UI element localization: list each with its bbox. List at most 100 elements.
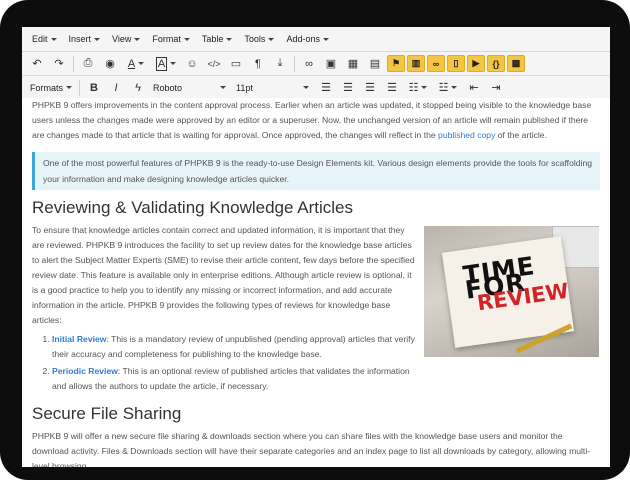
align-center-icon[interactable]: ☰ — [339, 79, 357, 96]
indent-icon[interactable]: ⇥ — [487, 79, 505, 96]
code-icon-label: </> — [207, 58, 221, 69]
redo-icon[interactable]: ↷ — [50, 55, 68, 72]
background-color-button[interactable]: A — [153, 55, 179, 72]
menu-view[interactable]: View — [106, 27, 146, 51]
italic-label: I — [114, 81, 118, 94]
chevron-down-icon — [421, 86, 428, 89]
menu-table-label: Table — [201, 34, 224, 44]
intro-paragraph: PHPKB 9 offers improvements in the conte… — [32, 98, 600, 143]
toolbar-divider — [73, 55, 74, 72]
chevron-down-icon — [138, 62, 145, 65]
font-size-dropdown[interactable]: 11pt — [232, 79, 300, 96]
list-item-title: Initial Review — [52, 334, 107, 344]
toolbar-row-2: Formats B I ϟ Roboto 11pt ☰ ☰ ☰ ☰ ☷ ☳ ⇤ … — [22, 76, 610, 100]
text-color-button[interactable]: A — [123, 55, 149, 72]
font-family-value: Roboto — [153, 82, 183, 93]
chevron-down-icon — [226, 37, 233, 41]
download-icon[interactable]: ⤓ — [271, 55, 289, 72]
list-item: Periodic Review: This is an optional rev… — [52, 364, 415, 394]
chevron-down-icon — [322, 37, 329, 41]
font-family-dropdown[interactable]: Roboto — [149, 79, 217, 96]
list-item: Initial Review: This is a mandatory revi… — [52, 332, 415, 362]
time-for-review-image: TIME FOR REVIEW — [424, 226, 599, 357]
code-icon[interactable]: </> — [205, 55, 223, 72]
toolbar-row-1: ↶ ↷ ⎙ ◉ A A ☺ </> ▭ ¶ ⤓ ∞ ▣ ▦ ▤ ⚑ ▥ ∞ ▯ … — [22, 52, 610, 76]
italic-button[interactable]: I — [107, 79, 125, 96]
chain-icon[interactable]: ∞ — [427, 55, 445, 72]
intro-end-text: of the article. — [495, 130, 547, 140]
review-section: To ensure that knowledge articles contai… — [32, 223, 600, 394]
paragraph-icon-label: ¶ — [255, 57, 261, 70]
section-heading-reviewing: Reviewing & Validating Knowledge Article… — [32, 198, 353, 217]
chevron-down-icon — [66, 86, 73, 89]
menu-insert-label: Insert — [68, 34, 92, 44]
font-size-value: 11pt — [236, 82, 253, 93]
menu-addons[interactable]: Add-ons — [280, 27, 335, 51]
numbered-list-icon[interactable]: ☳ — [435, 79, 461, 96]
align-justify-icon[interactable]: ☰ — [383, 79, 401, 96]
document-body: PHPKB 9 offers improvements in the conte… — [22, 98, 610, 467]
menu-tools[interactable]: Tools — [238, 27, 280, 51]
menu-bar: Edit Insert View Format Table Tools Add-… — [22, 27, 610, 52]
menu-format[interactable]: Format — [146, 27, 196, 51]
info-note-text: One of the most powerful features of PHP… — [43, 158, 593, 184]
columns-icon[interactable]: ▯ — [447, 55, 465, 72]
flag-icon[interactable]: ⚑ — [387, 55, 405, 72]
table-icon[interactable]: ▦ — [344, 55, 362, 72]
formats-dropdown[interactable]: Formats — [26, 79, 76, 96]
bullet-list-icon[interactable]: ☷ — [405, 79, 431, 96]
align-left-icon[interactable]: ☰ — [317, 79, 335, 96]
toolbar-divider — [79, 79, 81, 96]
bold-label: B — [90, 81, 98, 94]
menu-tools-label: Tools — [244, 34, 266, 44]
menu-insert[interactable]: Insert — [63, 27, 107, 51]
menu-addons-label: Add-ons — [286, 34, 320, 44]
preview-icon[interactable]: ◉ — [101, 55, 119, 72]
emoticon-icon[interactable]: ☺ — [183, 55, 201, 72]
menu-edit[interactable]: Edit — [26, 27, 63, 51]
video-icon[interactable]: ▶ — [467, 55, 485, 72]
outdent-icon[interactable]: ⇤ — [465, 79, 483, 96]
chevron-down-icon — [183, 37, 190, 41]
template-icon[interactable]: ▥ — [407, 55, 425, 72]
toolbar-divider — [294, 55, 295, 72]
menu-format-label: Format — [152, 34, 181, 44]
qrcode-icon[interactable]: ▩ — [507, 55, 525, 72]
background-color-label: A — [155, 56, 168, 71]
review-paragraph: To ensure that knowledge articles contai… — [32, 225, 415, 325]
chevron-down-icon — [451, 86, 458, 89]
link-icon[interactable]: ∞ — [300, 55, 318, 72]
align-right-icon[interactable]: ☰ — [361, 79, 379, 96]
paragraph-icon[interactable]: ¶ — [249, 55, 267, 72]
word-icon[interactable]: ▤ — [366, 55, 384, 72]
braces-icon[interactable]: {} — [487, 55, 505, 72]
bold-button[interactable]: B — [85, 79, 103, 96]
section-heading-file-sharing: Secure File Sharing — [32, 404, 182, 423]
editor-window: Edit Insert View Format Table Tools Add-… — [22, 27, 610, 467]
list-item-text: : This is a mandatory review of unpublis… — [52, 334, 415, 359]
chevron-down-icon — [268, 37, 275, 41]
chevron-down-icon — [134, 37, 141, 41]
chevron-down-icon — [94, 37, 101, 41]
clear-format-icon[interactable]: ▭ — [227, 55, 245, 72]
chevron-down-icon — [50, 37, 57, 41]
lightning-icon[interactable]: ϟ — [129, 79, 147, 96]
file-sharing-paragraph: PHPKB 9 will offer a new secure file sha… — [32, 431, 591, 467]
list-item-title: Periodic Review — [52, 366, 118, 376]
review-text-column: To ensure that knowledge articles contai… — [32, 223, 415, 394]
formats-label: Formats — [30, 82, 64, 93]
editor-content[interactable]: PHPKB 9 offers improvements in the conte… — [22, 98, 610, 467]
print-icon[interactable]: ⎙ — [79, 55, 97, 72]
menu-edit-label: Edit — [32, 34, 48, 44]
undo-icon[interactable]: ↶ — [28, 55, 46, 72]
image-icon[interactable]: ▣ — [322, 55, 340, 72]
menu-table[interactable]: Table — [196, 27, 239, 51]
chevron-down-icon — [170, 62, 177, 65]
chevron-down-icon — [303, 86, 310, 89]
text-color-label: A — [127, 57, 136, 70]
published-copy-link[interactable]: published copy — [438, 130, 495, 140]
info-note: One of the most powerful features of PHP… — [32, 152, 600, 190]
review-types-list: Initial Review: This is a mandatory revi… — [32, 332, 415, 394]
menu-view-label: View — [112, 34, 132, 44]
chevron-down-icon — [220, 86, 227, 89]
